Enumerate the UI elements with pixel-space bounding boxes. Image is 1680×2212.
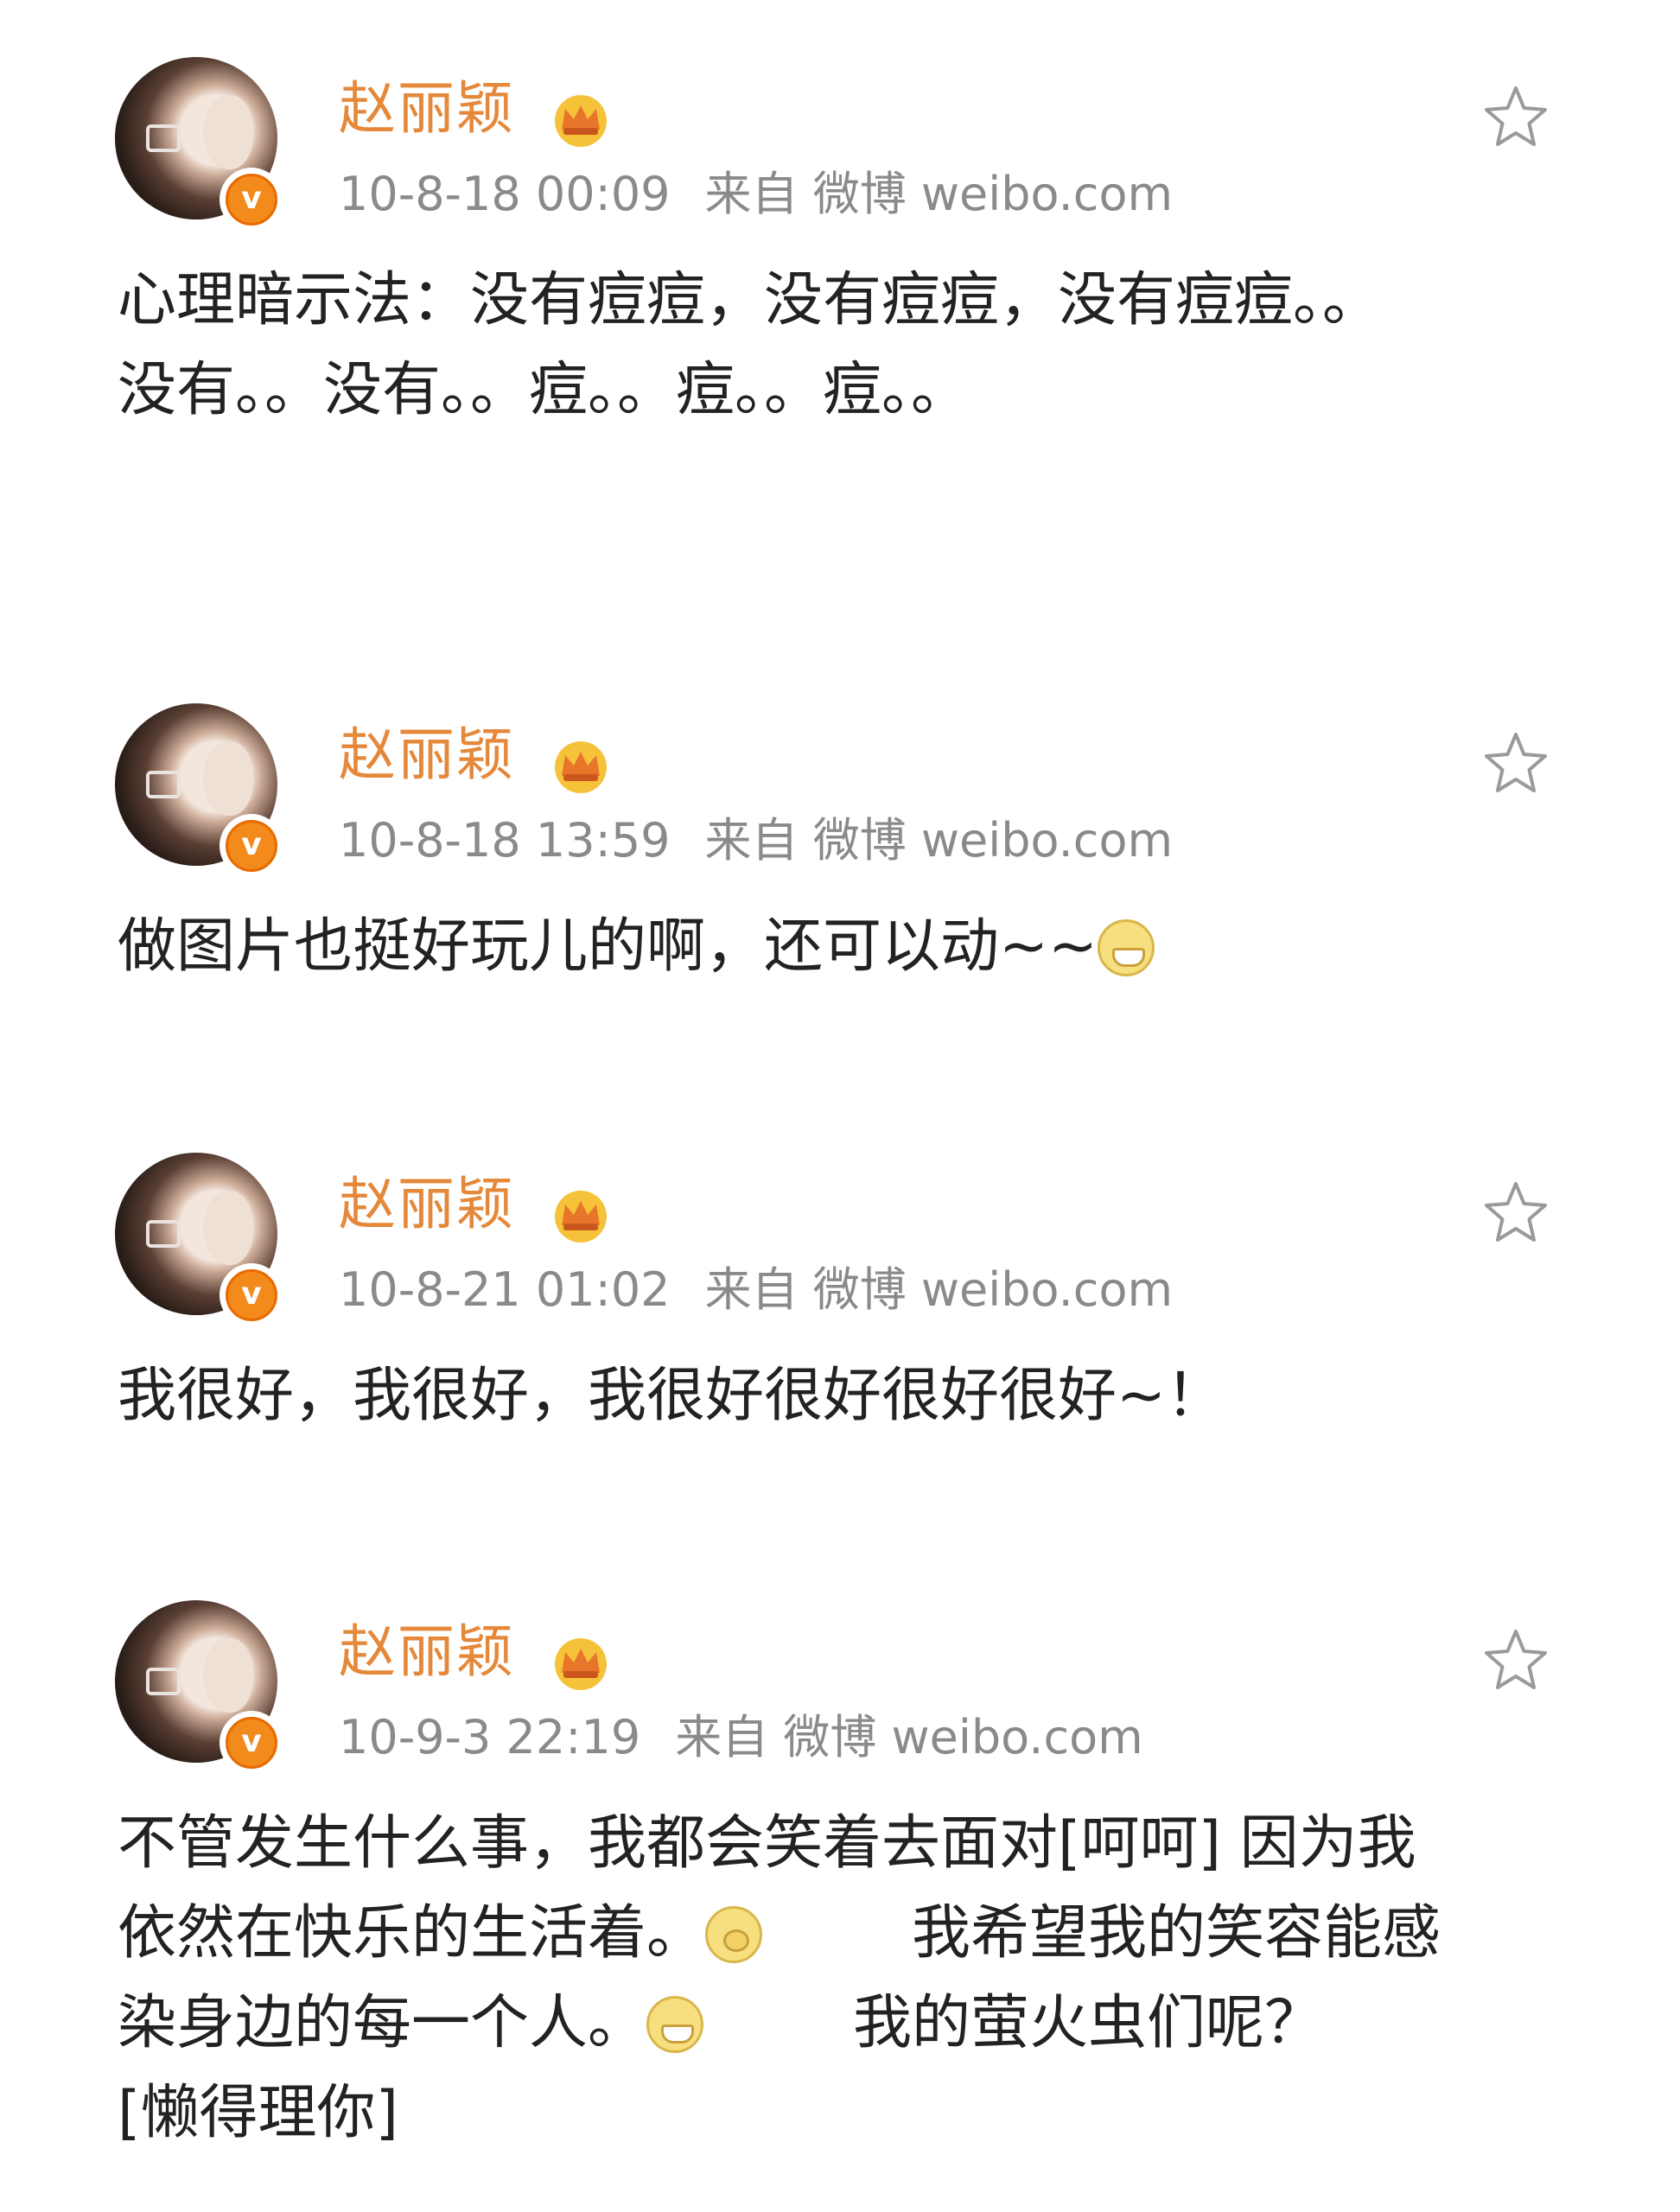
post-text: 我很好，我很好，我很好很好很好很好~！ bbox=[118, 1362, 1225, 1430]
avatar-face bbox=[203, 1638, 253, 1713]
post-time[interactable]: 10-8-18 00:09 bbox=[339, 167, 671, 221]
star-icon[interactable] bbox=[1480, 728, 1552, 800]
user-name[interactable]: 赵丽颖 bbox=[339, 1170, 515, 1239]
post-text: 不管发生什么事，我都会笑着去面对[呵呵] 因为我 依然在快乐的生活着。 我希望我… bbox=[118, 1799, 1587, 2158]
post-time[interactable]: 10-8-18 13:59 bbox=[339, 813, 671, 868]
post-meta: 10-9-3 22:19 来自 微博 weibo.com bbox=[339, 1707, 1143, 1768]
post-text: 做图片也挺好玩儿的啊，还可以动~~ bbox=[118, 902, 1587, 992]
post-time[interactable]: 10-9-3 22:19 bbox=[339, 1710, 640, 1764]
avatar-face bbox=[203, 1191, 253, 1265]
post-meta: 10-8-18 13:59 来自 微博 weibo.com bbox=[339, 810, 1173, 871]
verified-v-icon: v bbox=[220, 814, 283, 878]
star-icon[interactable] bbox=[1480, 1177, 1552, 1249]
star-icon[interactable] bbox=[1480, 81, 1552, 154]
grin-emoji-icon bbox=[1097, 919, 1155, 976]
verified-v-icon: v bbox=[220, 168, 283, 232]
avatar-ribbon bbox=[146, 771, 181, 798]
crown-icon bbox=[555, 95, 607, 147]
post-time[interactable]: 10-8-21 01:02 bbox=[339, 1262, 671, 1317]
star-icon[interactable] bbox=[1480, 1624, 1552, 1697]
user-name[interactable]: 赵丽颖 bbox=[339, 74, 515, 143]
post-source: 来自 微博 weibo.com bbox=[675, 1710, 1143, 1764]
avatar-ribbon bbox=[146, 124, 181, 152]
avatar-ribbon bbox=[146, 1220, 181, 1248]
user-name[interactable]: 赵丽颖 bbox=[339, 1618, 515, 1687]
post-text: 心理暗示法：没有痘痘，没有痘痘，没有痘痘。。 没有。。没有。。痘。。痘。。痘。。 bbox=[118, 266, 1382, 424]
post-source: 来自 微博 weibo.com bbox=[704, 1262, 1174, 1317]
verified-v-icon: v bbox=[220, 1711, 283, 1775]
avatar-face bbox=[203, 95, 253, 169]
crown-icon bbox=[555, 1638, 607, 1690]
post-source: 来自 微博 weibo.com bbox=[704, 167, 1174, 221]
post-source: 来自 微博 weibo.com bbox=[704, 813, 1174, 868]
verified-v-icon: v bbox=[220, 1263, 283, 1327]
think-emoji-icon bbox=[705, 1906, 763, 1963]
crown-icon bbox=[555, 741, 607, 793]
avatar-face bbox=[203, 741, 253, 816]
avatar-ribbon bbox=[146, 1668, 181, 1695]
user-name[interactable]: 赵丽颖 bbox=[339, 721, 515, 790]
crown-icon bbox=[555, 1191, 607, 1243]
post-meta: 10-8-18 00:09 来自 微博 weibo.com bbox=[339, 164, 1173, 225]
post-meta: 10-8-21 01:02 来自 微博 weibo.com bbox=[339, 1260, 1173, 1320]
post-text-body: 做图片也挺好玩儿的啊，还可以动~~ bbox=[118, 912, 1098, 981]
grin-emoji-icon bbox=[646, 1996, 704, 2053]
